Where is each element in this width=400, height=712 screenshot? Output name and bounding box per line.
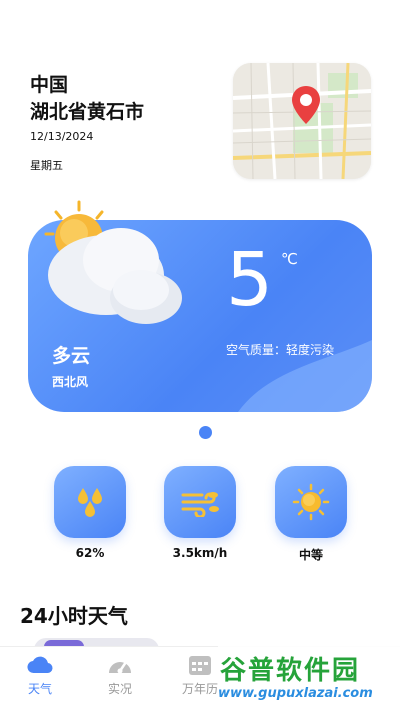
current-weekday: 星期五: [30, 159, 63, 172]
map-pin-icon: [292, 86, 320, 124]
temperature-unit: ℃: [281, 250, 298, 268]
air-quality: 空气质量：轻度污染: [226, 343, 335, 357]
tab-live-label: 实况: [107, 682, 132, 696]
wind-speed-tile[interactable]: [164, 466, 236, 538]
uv-index-value: 中等: [298, 548, 323, 562]
sun-icon: [292, 483, 330, 521]
wind-speed-value: 3.5km/h: [172, 546, 228, 560]
wind-direction: 西北风: [52, 375, 89, 389]
humidity-tile[interactable]: [54, 466, 126, 538]
humidity-value: 62%: [75, 546, 105, 560]
site-watermark: 谷普软件园 www.gupuxlazai.com: [218, 646, 400, 711]
temperature-value: 5: [226, 237, 274, 323]
humidity-drops-icon: [78, 488, 102, 517]
watermark-title: 谷普软件园: [220, 656, 361, 686]
partly-cloudy-icon: [44, 200, 182, 324]
uv-index-tile[interactable]: [275, 466, 347, 538]
cloud-icon: [27, 656, 53, 674]
watermark-url: www.gupuxlazai.com: [218, 686, 373, 701]
location-map[interactable]: [233, 63, 371, 179]
tab-live[interactable]: 实况: [85, 653, 155, 708]
weather-condition: 多云: [52, 345, 91, 367]
wind-icon: [181, 492, 219, 517]
hourly-weather-title: 24小时天气: [20, 604, 128, 628]
page-indicator-dot[interactable]: [199, 426, 212, 439]
gauge-icon: [109, 660, 131, 674]
location-city: 湖北省黄石市: [30, 101, 145, 123]
tab-weather[interactable]: 天气: [5, 653, 75, 708]
current-date: 12/13/2024: [30, 130, 94, 143]
tab-weather-label: 天气: [27, 682, 52, 696]
calendar-icon: [189, 656, 211, 675]
location-country: 中国: [30, 74, 69, 96]
